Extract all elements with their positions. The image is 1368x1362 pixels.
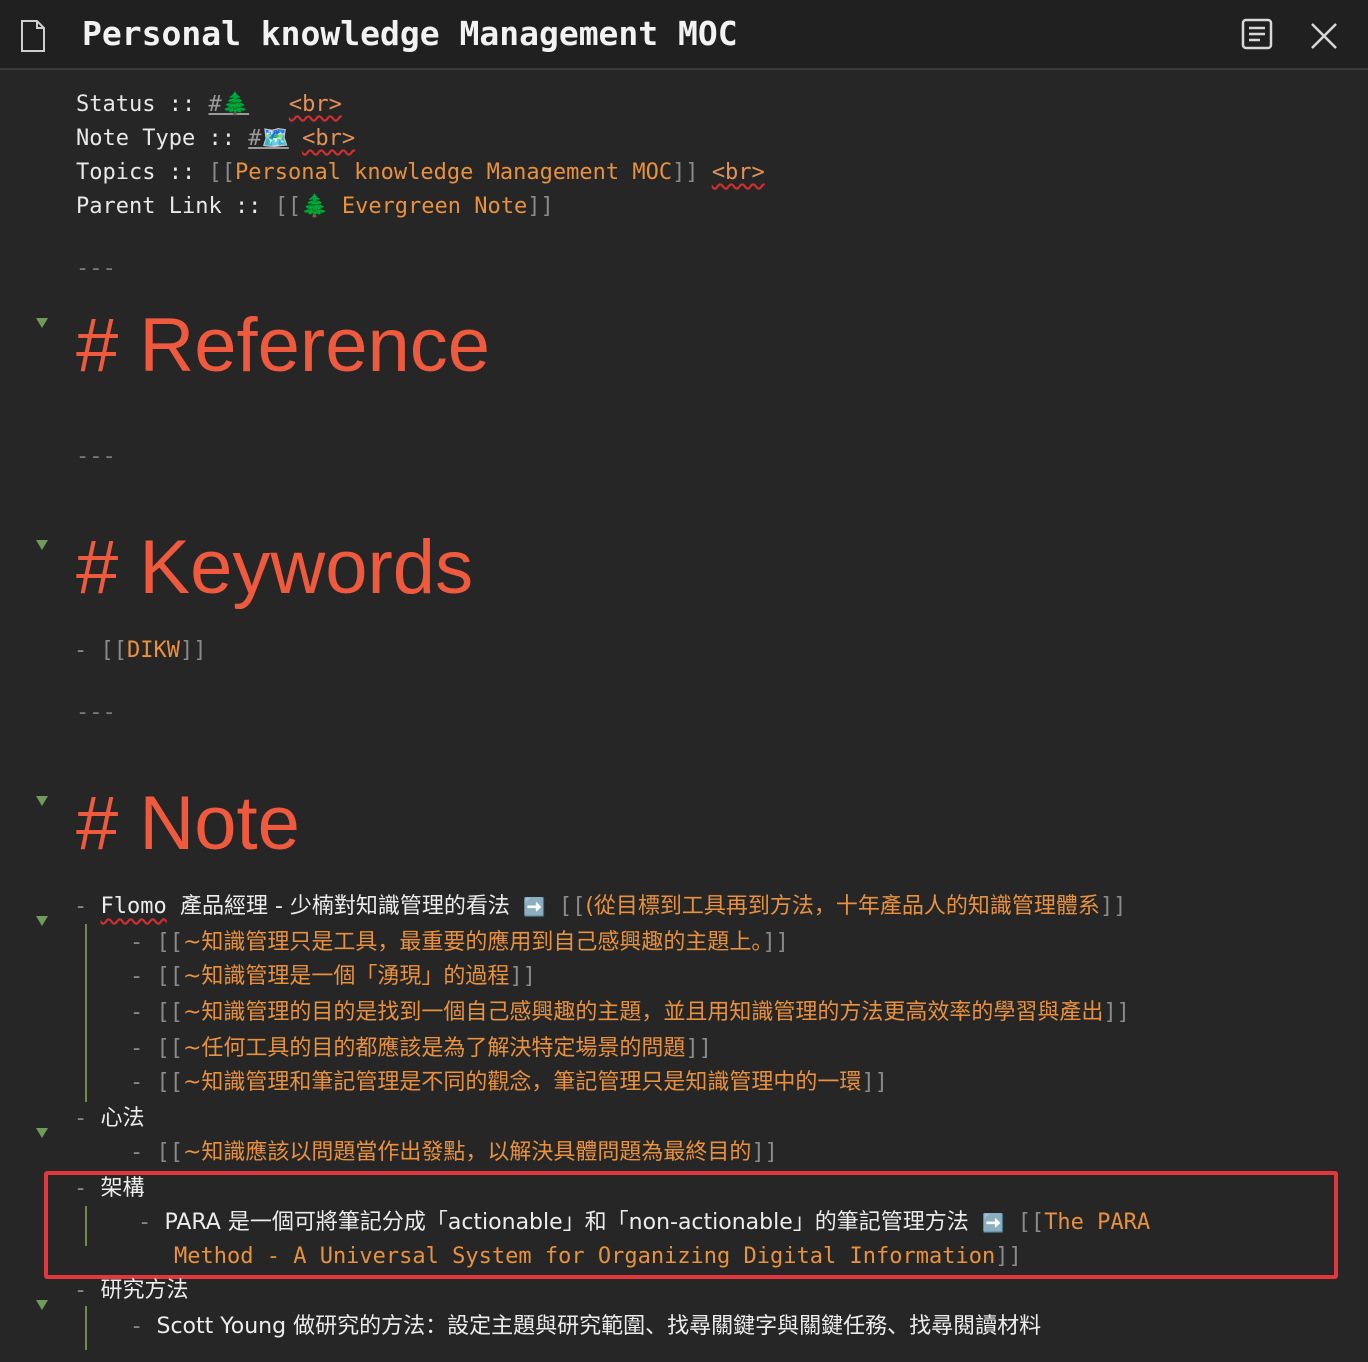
indent-guide — [85, 1306, 87, 1350]
status-property: Status :: #🌲 <br> — [76, 88, 342, 122]
horizontal-rule: --- — [76, 444, 116, 469]
list-item: - [[~知識應該以問題當作出發點，以解決具體問題為最終目的]] — [130, 1140, 778, 1165]
file-icon — [21, 20, 45, 52]
reading-view-icon[interactable] — [1240, 18, 1276, 52]
topics-close: ]] — [672, 160, 699, 185]
list-item: - [[DIKW]] — [74, 638, 207, 663]
list-item: - Flomo 產品經理 - 少楠對知識管理的看法 ➡️ [[(從目標到工具再到… — [74, 894, 1127, 919]
parent-link[interactable]: Evergreen Note — [342, 194, 527, 219]
fold-arrow-icon[interactable] — [36, 1300, 48, 1310]
parent-key: Parent Link :: — [76, 194, 262, 219]
topics-key: Topics :: — [76, 160, 196, 185]
flomo-label: Flomo — [100, 894, 167, 919]
horizontal-rule: --- — [76, 700, 116, 725]
list-item: - [[~知識管理是一個「湧現」的過程]] — [130, 964, 536, 989]
list-item: - 心法 — [74, 1106, 145, 1131]
fold-arrow-icon[interactable] — [36, 796, 48, 806]
parent-open: [[🌲 — [274, 194, 329, 219]
notetype-br: <br> — [302, 126, 356, 151]
notetype-key: Note Type :: — [76, 126, 235, 151]
heading-reference: # Reference — [76, 303, 491, 388]
horizontal-rule: --- — [76, 256, 116, 281]
indent-guide — [85, 924, 87, 1102]
topics-open: [[ — [208, 160, 235, 185]
topics-property: Topics :: [[Personal knowledge Managemen… — [76, 156, 765, 190]
right-arrow-icon: ➡️ — [523, 897, 546, 918]
list-item: - [[~知識管理的目的是找到一個自己感興趣的主題，並且用知識管理的方法更高效率… — [130, 1000, 1130, 1025]
research-text: Scott Young 做研究的方法：設定主題與研究範圍、找尋關鍵字與關鍵任務、… — [156, 1314, 1042, 1339]
research-label: 研究方法 — [100, 1278, 189, 1303]
list-item: - [[~知識管理只是工具，最重要的應用到自己感興趣的主題上。]] — [130, 930, 789, 955]
title-bar: Personal knowledge Management MOC — [0, 0, 1368, 70]
parent-property: Parent Link :: [[🌲 Evergreen Note]] — [76, 190, 554, 224]
fold-arrow-icon[interactable] — [36, 540, 48, 550]
flomo-text: 產品經理 - 少楠對知識管理的看法 — [179, 894, 510, 919]
fold-arrow-icon[interactable] — [36, 1128, 48, 1138]
editor-content[interactable]: Status :: #🌲 <br> Note Type :: #🗺️ <br> … — [0, 70, 1368, 1362]
status-br: <br> — [288, 92, 342, 117]
list-item: - Scott Young 做研究的方法：設定主題與研究範圍、找尋關鍵字與關鍵任… — [130, 1314, 1042, 1339]
list-item: - [[~任何工具的目的都應該是為了解決特定場景的問題]] — [130, 1036, 712, 1061]
topics-link[interactable]: Personal knowledge Management MOC — [235, 160, 672, 185]
list-item: - [[~知識管理和筆記管理是不同的觀念，筆記管理只是知識管理中的一環]] — [130, 1070, 888, 1095]
status-key: Status :: — [76, 92, 196, 117]
highlight-annotation — [44, 1171, 1338, 1279]
flomo-link[interactable]: (從目標到工具再到方法，十年產品人的知識管理體系 — [585, 894, 1100, 919]
fold-arrow-icon[interactable] — [36, 318, 48, 328]
note-title: Personal knowledge Management MOC — [82, 14, 738, 53]
parent-close: ]] — [527, 194, 554, 219]
fold-arrow-icon[interactable] — [36, 916, 48, 926]
notetype-tag[interactable]: #🗺️ — [248, 126, 289, 151]
list-item: - 研究方法 — [74, 1278, 189, 1303]
status-tag[interactable]: #🌲 — [208, 92, 249, 117]
mindset-label: 心法 — [100, 1106, 145, 1131]
topics-br: <br> — [711, 160, 765, 185]
heading-note: # Note — [76, 781, 300, 866]
notetype-property: Note Type :: #🗺️ <br> — [76, 122, 355, 156]
close-icon[interactable] — [1306, 18, 1342, 54]
heading-keywords: # Keywords — [76, 525, 474, 610]
dikw-link[interactable]: DIKW — [127, 638, 180, 663]
